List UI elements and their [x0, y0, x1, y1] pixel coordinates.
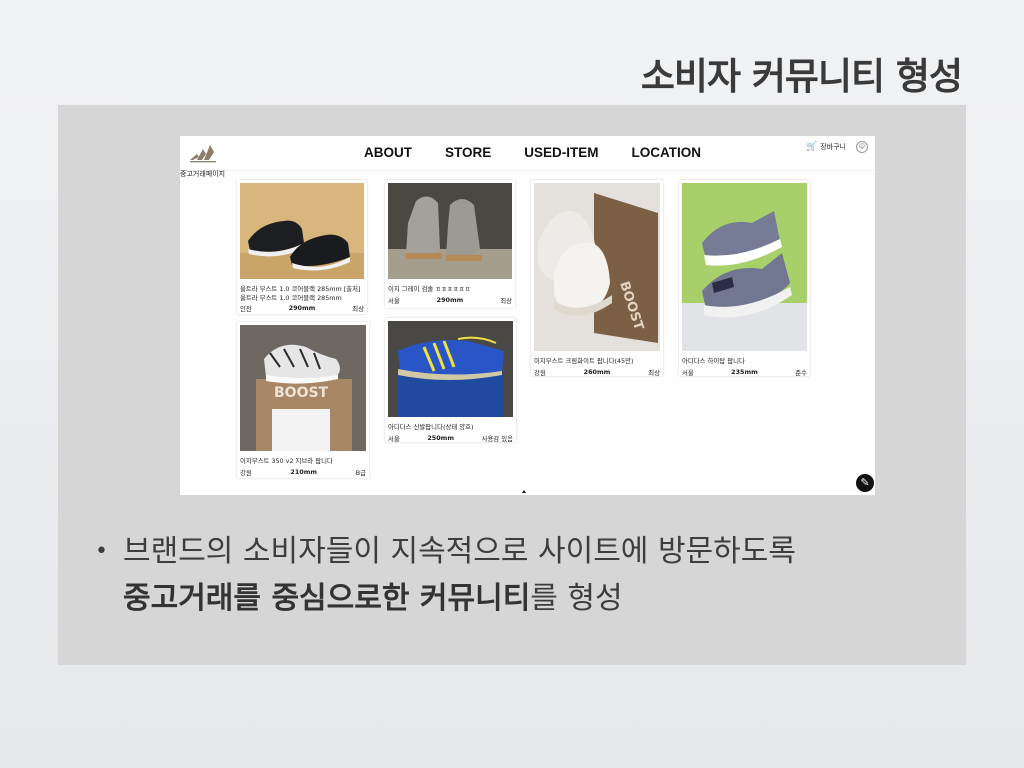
- product-region: 서울: [388, 434, 400, 443]
- product-image: [240, 183, 364, 279]
- product-region: 강원: [240, 468, 252, 477]
- product-image: BOOST: [534, 183, 660, 351]
- product-card[interactable]: BOOST 이지부스트 350 v2 지브라 팝니다 강원 210mm B급: [237, 322, 369, 478]
- product-card[interactable]: 울트라 부스트 1.0 코어블랙 285mm [출처] 울트라 부스트 1.0 …: [237, 180, 367, 314]
- product-meta: 서울 250mm 사용감 있음: [388, 434, 513, 443]
- user-avatar-icon[interactable]: ☺: [856, 141, 868, 153]
- slide-title: 소비자 커뮤니티 형성: [640, 55, 963, 98]
- main-nav: ABOUT STORE USED-ITEM LOCATION: [364, 145, 701, 160]
- product-title: 아디다스 신발팝니다(상태 양호): [388, 423, 474, 431]
- nav-about[interactable]: ABOUT: [364, 145, 412, 160]
- product-title: 아디다스 하이탑 팝니다: [682, 357, 745, 365]
- product-card[interactable]: 아디다스 신발팝니다(상태 양호) 서울 250mm 사용감 있음: [385, 318, 516, 443]
- pencil-icon[interactable]: ✎: [856, 474, 874, 492]
- cart-label: 장바구니: [820, 143, 846, 151]
- product-card[interactable]: 이지 그레이 검솔 ㅍㅍㅍㅍㅍㅍ 서울 290mm 최상: [385, 180, 515, 308]
- product-size: 210mm: [290, 467, 318, 476]
- cart-button[interactable]: 🛒 장바구니: [806, 142, 846, 152]
- page-label: 중고거래페이지: [180, 170, 226, 178]
- nav-store[interactable]: STORE: [445, 145, 491, 160]
- bullet-dot: •: [95, 539, 108, 564]
- product-size: 260mm: [583, 367, 611, 376]
- product-title: 울트라 부스트 1.0 코어블랙 285mm [출처] 울트라 부스트 1.0 …: [240, 285, 361, 302]
- product-meta: 서울 290mm 최상: [388, 296, 512, 305]
- nav-location[interactable]: LOCATION: [632, 145, 702, 160]
- product-condition: 최상: [500, 296, 512, 305]
- product-region: 강원: [534, 368, 546, 377]
- product-size: 250mm: [427, 433, 454, 442]
- product-size: 290mm: [436, 295, 464, 304]
- bullet-line-2-rest: 를 형성: [530, 581, 623, 616]
- product-title: 이지부스트 크림화이트 팝니다(45만): [534, 357, 634, 365]
- product-condition: 준수: [795, 368, 807, 377]
- product-image: [388, 183, 512, 279]
- product-image: BOOST: [240, 325, 366, 451]
- product-image: [388, 321, 513, 417]
- product-condition: 최상: [352, 305, 364, 313]
- bullet-emphasis: 중고거래를 중심으로한 커뮤니티: [123, 581, 531, 616]
- product-region: 서울: [682, 368, 694, 377]
- nav-used-item[interactable]: USED-ITEM: [524, 145, 598, 160]
- bullet-line-1: 브랜드의 소비자들이 지속적으로 사이트에 방문하도록: [123, 534, 796, 569]
- product-condition: B급: [355, 468, 366, 477]
- product-image: [682, 183, 807, 351]
- product-meta: 강원 260mm 최상: [534, 368, 660, 377]
- product-title: 이지부스트 350 v2 지브라 팝니다: [240, 457, 333, 465]
- bullet-text: 브랜드의 소비자들이 지속적으로 사이트에 방문하도록 중고거래를 중심으로한 …: [123, 528, 955, 622]
- product-condition: 최상: [648, 368, 660, 377]
- product-card[interactable]: 아디다스 하이탑 팝니다 서울 235mm 준수: [679, 180, 810, 377]
- product-meta: 서울 235mm 준수: [682, 368, 807, 377]
- product-region: 인천: [240, 305, 252, 313]
- product-meta: 강원 210mm B급: [240, 468, 366, 477]
- scroll-indicator: [522, 490, 526, 493]
- product-size: 290mm: [288, 304, 316, 312]
- product-size: 235mm: [731, 367, 758, 376]
- svg-text:BOOST: BOOST: [274, 385, 329, 401]
- website-screenshot: ABOUT STORE USED-ITEM LOCATION 🛒 장바구니 ☺ …: [180, 136, 875, 495]
- product-meta: 인천 290mm 최상: [240, 304, 364, 313]
- site-header: ABOUT STORE USED-ITEM LOCATION 🛒 장바구니 ☺: [180, 136, 875, 171]
- adidas-logo[interactable]: [188, 143, 218, 163]
- product-card[interactable]: BOOST 이지부스트 크림화이트 팝니다(45만) 강원 260mm 최상: [531, 180, 663, 377]
- product-region: 서울: [388, 296, 400, 305]
- bullet-text-area: • 브랜드의 소비자들이 지속적으로 사이트에 방문하도록 중고거래를 중심으로…: [95, 528, 955, 622]
- product-condition: 사용감 있음: [481, 434, 513, 443]
- cart-icon: 🛒: [806, 142, 818, 152]
- product-title: 이지 그레이 검솔 ㅍㅍㅍㅍㅍㅍ: [388, 285, 471, 293]
